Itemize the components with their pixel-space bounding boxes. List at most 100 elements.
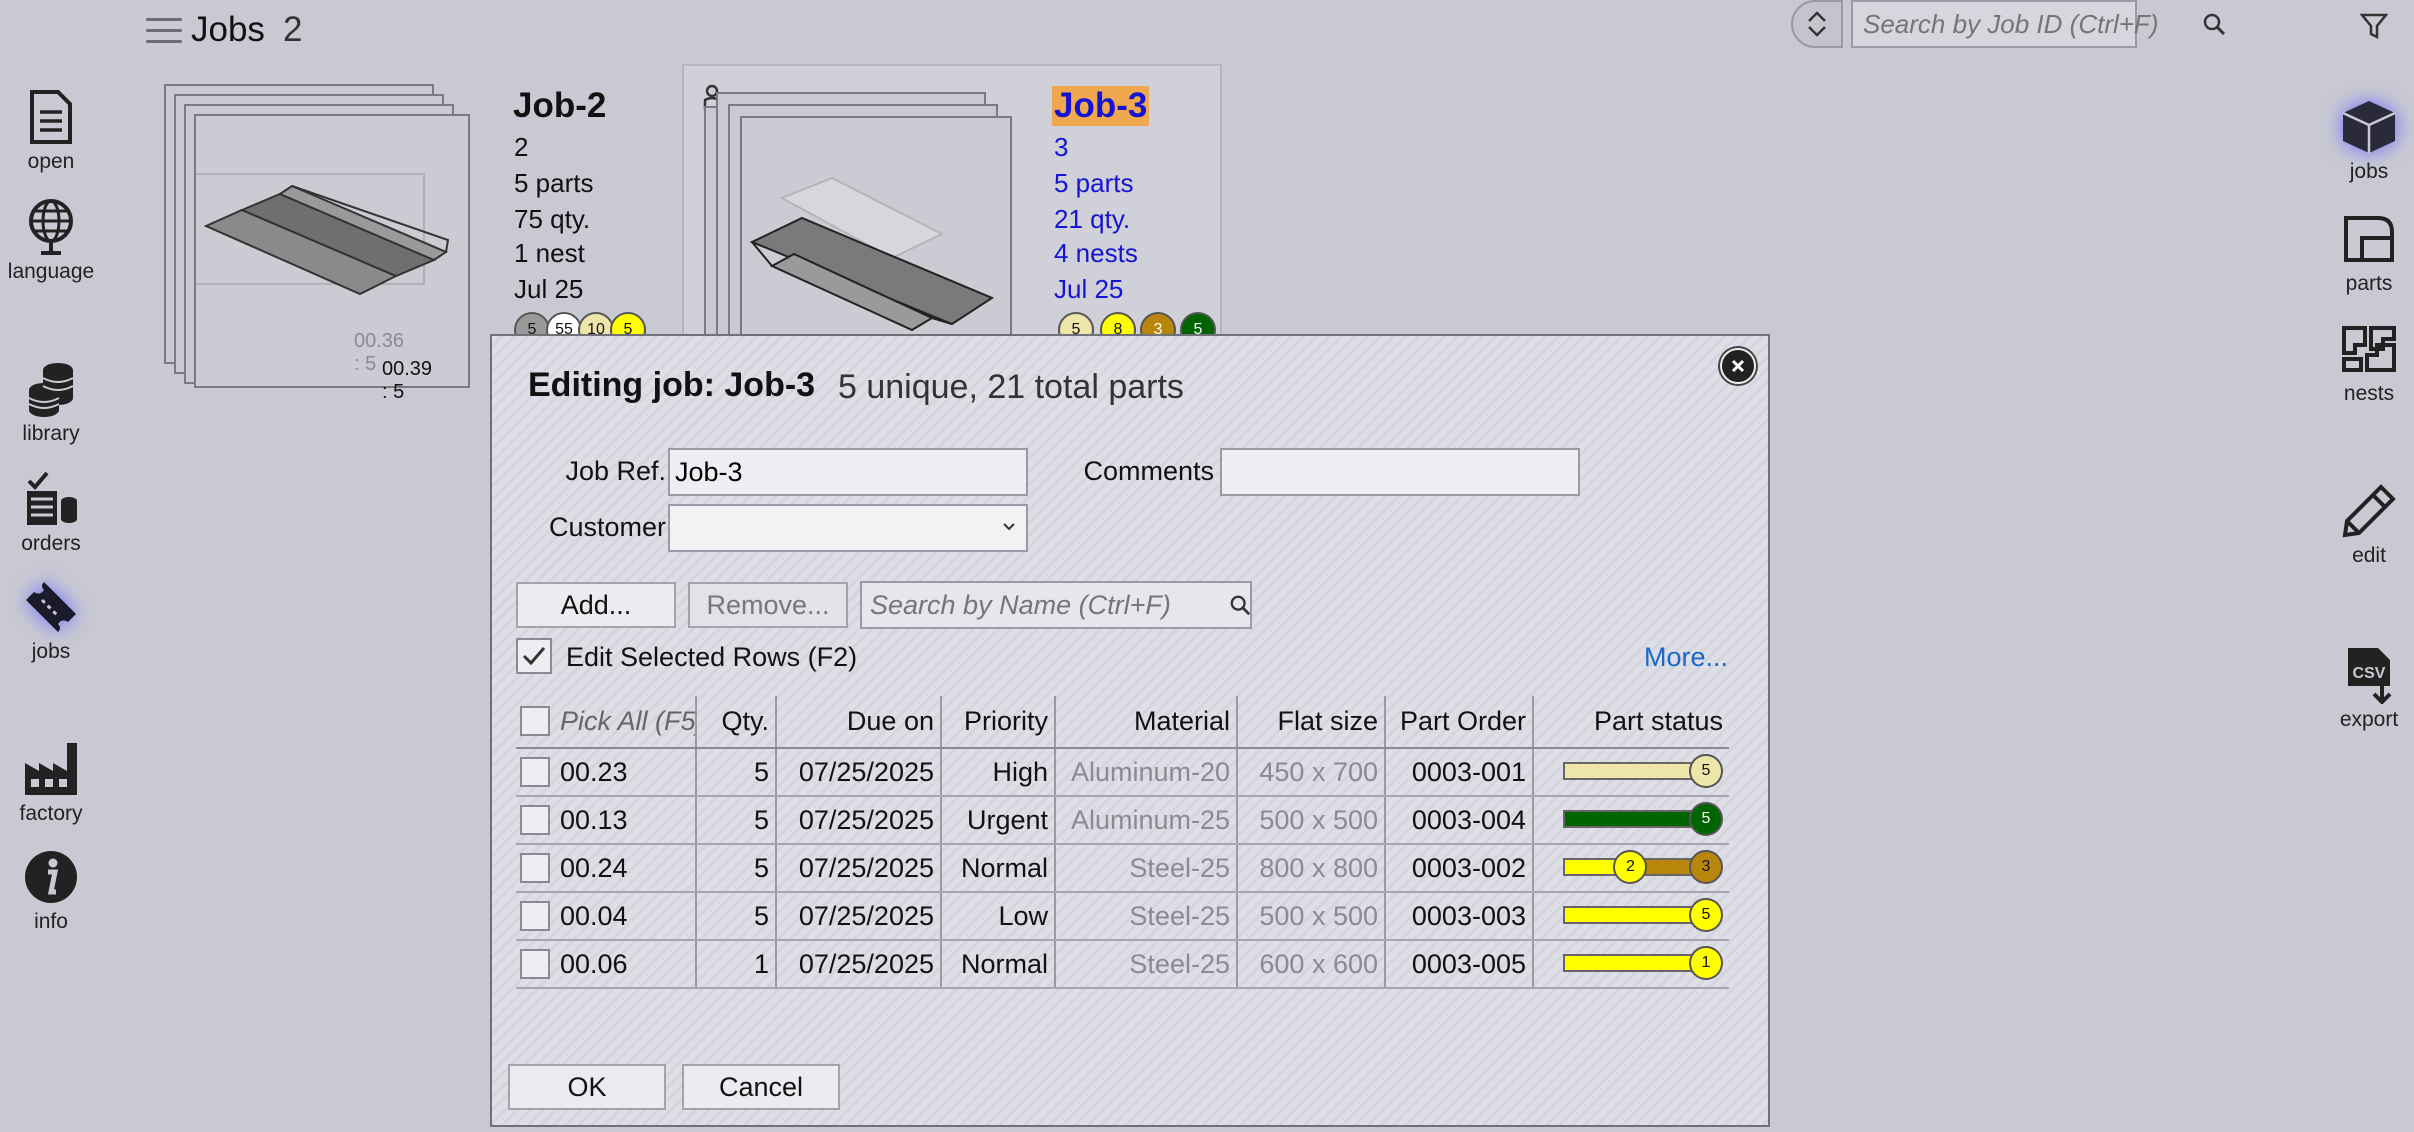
part-order-header[interactable]: Part Order xyxy=(1385,696,1534,749)
edit-selected-label[interactable]: Edit Selected Rows (F2) xyxy=(566,642,857,673)
nav-library[interactable]: library xyxy=(0,358,106,446)
pick-all-checkbox[interactable] xyxy=(520,706,550,736)
row-priority[interactable]: Normal xyxy=(941,940,1056,989)
row-qty[interactable]: 1 xyxy=(696,940,777,989)
name-search-input[interactable] xyxy=(862,589,1229,621)
job-title[interactable]: Job-2 xyxy=(513,86,606,126)
job-search-box[interactable] xyxy=(1851,0,2226,48)
search-icon[interactable] xyxy=(2202,2,2226,46)
row-qty[interactable]: 5 xyxy=(696,748,777,797)
job-number: 2 xyxy=(514,132,529,162)
chevron-down-icon xyxy=(1003,523,1015,531)
status-count-dot: 2 xyxy=(1613,850,1648,884)
status-bar: 5 xyxy=(1563,898,1723,934)
due-header[interactable]: Due on xyxy=(776,696,942,749)
row-part-status: 5 xyxy=(1533,892,1729,941)
row-part-order[interactable]: 0003-002 xyxy=(1385,844,1534,893)
job-qty: 75 qty. xyxy=(514,204,591,234)
row-checkbox[interactable] xyxy=(520,901,550,931)
edit-selected-checkbox[interactable] xyxy=(516,638,552,674)
nav-factory[interactable]: factory xyxy=(0,738,106,826)
comments-field[interactable] xyxy=(1220,448,1580,496)
search-icon[interactable] xyxy=(1229,583,1251,627)
material-header[interactable]: Material xyxy=(1055,696,1238,749)
filter-icon[interactable] xyxy=(2352,6,2396,46)
job-nests: 4 nests xyxy=(1054,238,1138,268)
close-icon[interactable] xyxy=(1720,348,1756,384)
row-qty[interactable]: 5 xyxy=(696,892,777,941)
row-priority[interactable]: Low xyxy=(941,892,1056,941)
row-qty[interactable]: 5 xyxy=(696,796,777,845)
row-material: Steel-25 xyxy=(1055,940,1238,989)
nav-right-nests[interactable]: nests xyxy=(2314,318,2414,406)
row-priority[interactable]: High xyxy=(941,748,1056,797)
row-checkbox[interactable] xyxy=(520,805,550,835)
menu-icon[interactable] xyxy=(146,18,182,46)
ok-button[interactable]: OK xyxy=(508,1064,666,1110)
info-icon xyxy=(21,846,81,908)
nav-language[interactable]: language xyxy=(0,196,106,284)
row-due[interactable]: 07/25/2025 xyxy=(776,940,942,989)
row-part-order[interactable]: 0003-001 xyxy=(1385,748,1534,797)
flat-size-header[interactable]: Flat size xyxy=(1237,696,1386,749)
add-button[interactable]: Add... xyxy=(516,582,676,628)
nav-info[interactable]: info xyxy=(0,846,106,934)
nav-right-export[interactable]: CSV export xyxy=(2314,644,2414,732)
row-priority[interactable]: Normal xyxy=(941,844,1056,893)
job-title-selected[interactable]: Job-3 xyxy=(1052,86,1150,126)
row-flat-size: 500 x 500 xyxy=(1237,796,1386,845)
row-qty[interactable]: 5 xyxy=(696,844,777,893)
row-id: 00.04 xyxy=(560,900,628,931)
nav-open-label: open xyxy=(27,150,75,173)
row-due[interactable]: 07/25/2025 xyxy=(776,892,942,941)
row-due[interactable]: 07/25/2025 xyxy=(776,748,942,797)
table-row[interactable]: 00.13 5 07/25/2025 Urgent Aluminum-25 500 x 5… xyxy=(516,796,1729,845)
row-checkbox[interactable] xyxy=(520,853,550,883)
status-bar: 1 xyxy=(1563,946,1723,982)
row-flat-size: 800 x 800 xyxy=(1237,844,1386,893)
job-ref-field[interactable] xyxy=(668,448,1028,496)
row-part-order[interactable]: 0003-004 xyxy=(1385,796,1534,845)
nav-orders-label: orders xyxy=(21,532,81,555)
nav-jobs[interactable]: jobs xyxy=(0,576,106,664)
name-search-box[interactable] xyxy=(860,581,1252,629)
priority-header[interactable]: Priority xyxy=(941,696,1056,749)
nav-orders[interactable]: orders xyxy=(0,468,106,556)
nav-right-edit[interactable]: edit xyxy=(2314,480,2414,568)
row-part-order[interactable]: 0003-005 xyxy=(1385,940,1534,989)
job-qty: 21 qty. xyxy=(1054,204,1131,234)
row-checkbox[interactable] xyxy=(520,949,550,979)
table-row[interactable]: 00.24 5 07/25/2025 Normal Steel-25 800 x 800 0… xyxy=(516,844,1729,893)
checklist-icon xyxy=(21,468,81,530)
parts-table: Pick All (F5) Qty. Due on Priority Mater… xyxy=(516,696,1729,989)
nav-right-jobs[interactable]: jobs xyxy=(2314,96,2414,184)
row-part-order[interactable]: 0003-003 xyxy=(1385,892,1534,941)
more-link[interactable]: More... xyxy=(1644,642,1728,673)
row-due[interactable]: 07/25/2025 xyxy=(776,796,942,845)
svg-text:CSV: CSV xyxy=(2353,665,2386,682)
sort-button[interactable] xyxy=(1791,0,1843,48)
job-number: 3 xyxy=(1054,132,1069,162)
status-bar: 5 xyxy=(1563,754,1723,790)
cancel-button[interactable]: Cancel xyxy=(682,1064,840,1110)
job-search-input[interactable] xyxy=(1853,8,2202,40)
row-material: Aluminum-25 xyxy=(1055,796,1238,845)
nav-jobs-label: jobs xyxy=(31,640,71,663)
row-priority[interactable]: Urgent xyxy=(941,796,1056,845)
row-due[interactable]: 07/25/2025 xyxy=(776,844,942,893)
customer-select[interactable] xyxy=(668,504,1028,552)
row-material: Aluminum-20 xyxy=(1055,748,1238,797)
nav-open[interactable]: open xyxy=(0,86,106,174)
page-title: Jobs xyxy=(191,10,265,49)
table-row[interactable]: 00.06 1 07/25/2025 Normal Steel-25 600 x 600 0… xyxy=(516,940,1729,989)
pick-all-header[interactable]: Pick All (F5) xyxy=(516,696,697,749)
nav-right-parts[interactable]: parts xyxy=(2314,208,2414,296)
qty-header[interactable]: Qty. xyxy=(696,696,777,749)
job-parts: 5 parts xyxy=(1054,168,1134,198)
remove-button[interactable]: Remove... xyxy=(688,582,848,628)
row-part-status: 5 xyxy=(1533,796,1729,845)
row-checkbox[interactable] xyxy=(520,757,550,787)
part-status-header[interactable]: Part status xyxy=(1533,696,1729,749)
table-row[interactable]: 00.23 5 07/25/2025 High Aluminum-20 450 x 700… xyxy=(516,748,1729,797)
table-row[interactable]: 00.04 5 07/25/2025 Low Steel-25 500 x 500 0003… xyxy=(516,892,1729,941)
